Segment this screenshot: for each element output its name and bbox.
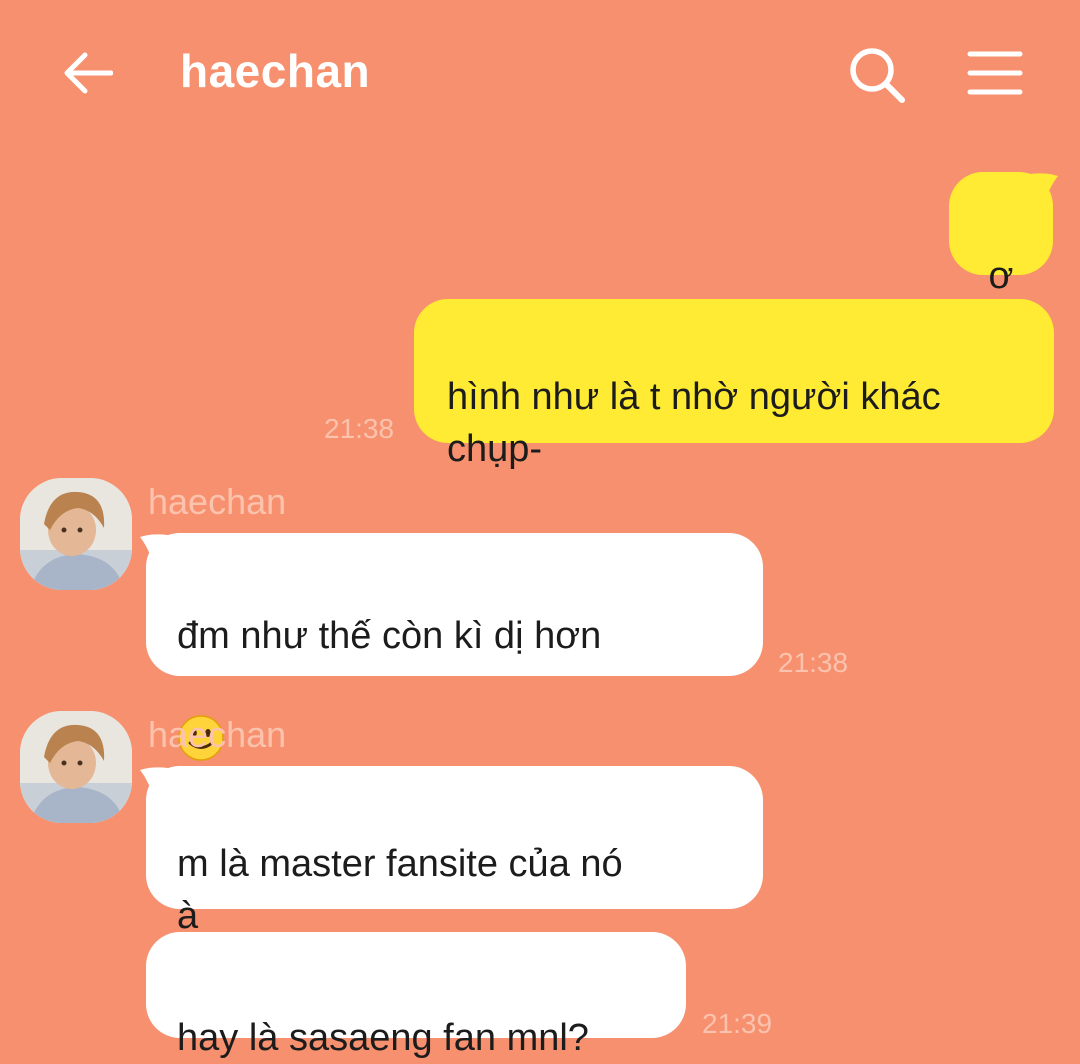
bubble-tail <box>1030 173 1058 204</box>
menu-button[interactable] <box>962 42 1028 102</box>
arrow-left-icon <box>64 52 113 94</box>
chat-title: haechan <box>180 45 371 97</box>
profile-photo <box>20 478 132 590</box>
sender-name: haechan <box>148 481 287 522</box>
avatar[interactable] <box>20 711 132 823</box>
message-bubble-sent[interactable]: hình như là t nhờ người khác chụp- <box>414 299 1054 470</box>
message-text: m là master fansite của nó à <box>177 843 623 937</box>
message-timestamp: 21:39 <box>702 1008 773 1039</box>
chat-header: haechan <box>0 0 1080 150</box>
sender-name: haechan <box>148 714 287 755</box>
message-text: hình như là t nhờ người khác chụp- <box>447 376 941 470</box>
avatar[interactable] <box>20 478 132 590</box>
message-bubble-received[interactable]: hay là sasaeng fan mnl? <box>146 932 686 1059</box>
message-timestamp: 21:38 <box>324 413 395 444</box>
search-button[interactable] <box>843 42 909 106</box>
message-timestamp: 21:38 <box>778 647 849 678</box>
hamburger-menu-icon <box>967 51 1023 95</box>
message-text: hay là sasaeng fan mnl? <box>177 1017 589 1059</box>
back-button[interactable] <box>55 45 119 101</box>
message-bubble-received[interactable]: đm như thế còn kì dị hơn <box>146 533 763 761</box>
message-text: ơ <box>988 255 1014 297</box>
search-icon <box>850 48 905 103</box>
message-bubble-received[interactable]: m là master fansite của nó à <box>146 766 763 989</box>
message-text: đm như thế còn kì dị hơn <box>177 615 602 657</box>
profile-photo <box>20 711 132 823</box>
